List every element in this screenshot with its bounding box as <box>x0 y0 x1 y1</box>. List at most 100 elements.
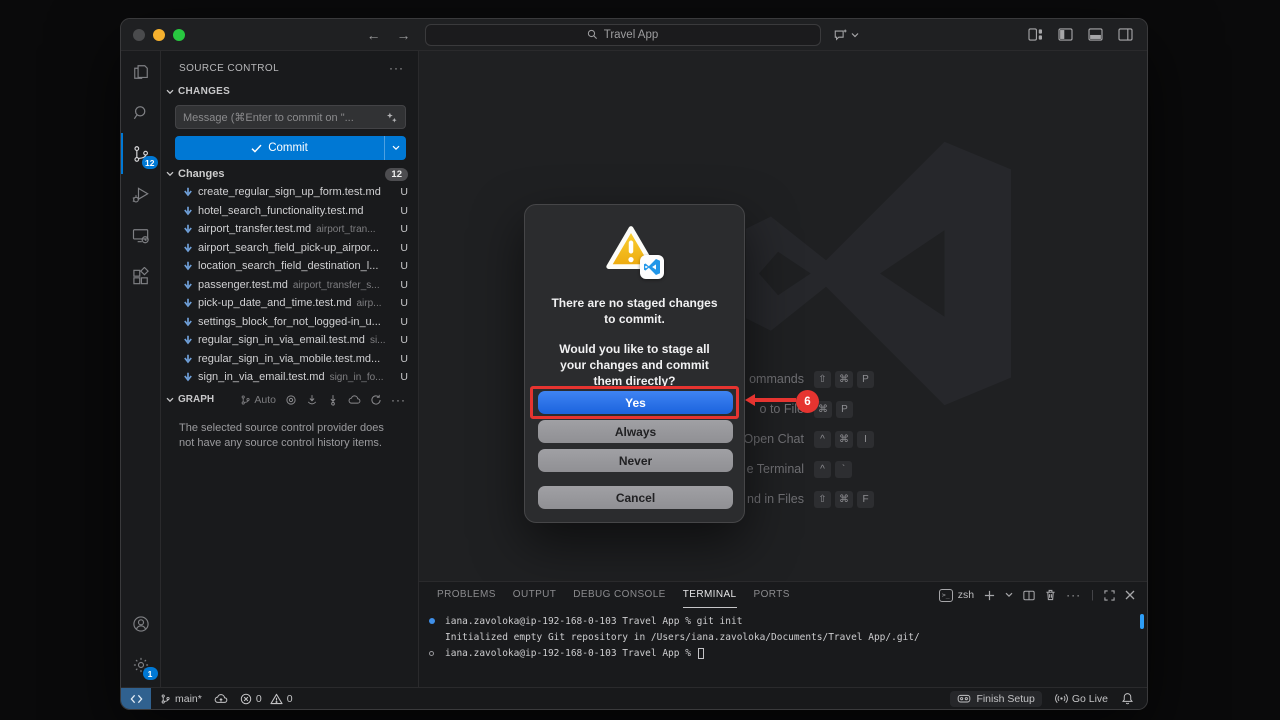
problems-status-item[interactable]: 0 0 <box>240 693 293 705</box>
minimize-window-button[interactable] <box>153 29 165 41</box>
always-button[interactable]: Always <box>538 420 733 443</box>
remote-explorer-icon <box>131 226 151 246</box>
split-terminal-icon[interactable] <box>1023 590 1035 601</box>
markdown-file-icon <box>183 224 193 234</box>
status-bar: main* 0 0 Finish Setup Go Live <box>121 687 1147 709</box>
graph-fetch-icon[interactable] <box>306 394 318 406</box>
key-letter: I <box>857 431 874 448</box>
graph-cloud-icon[interactable] <box>348 394 361 405</box>
annotation-arrow <box>754 398 796 402</box>
key-shift: ⇧ <box>814 371 831 388</box>
commit-button[interactable]: Commit <box>175 136 406 160</box>
git-status-letter: U <box>400 371 408 383</box>
key-letter: P <box>836 401 853 418</box>
terminal-shell-chip[interactable]: >_ zsh <box>939 589 974 602</box>
account-icon <box>131 614 151 634</box>
vscode-watermark-logo <box>746 141 1011 406</box>
file-row[interactable]: create_regular_sign_up_form.test.md U <box>161 183 418 202</box>
cancel-button[interactable]: Cancel <box>538 486 733 509</box>
sidebar-item-extensions[interactable] <box>121 256 161 297</box>
settings-button[interactable]: 1 <box>121 644 161 685</box>
chevron-down-icon <box>166 89 174 95</box>
tab-ports[interactable]: PORTS <box>754 582 790 608</box>
key-letter: P <box>857 371 874 388</box>
close-window-button[interactable] <box>133 29 145 41</box>
sidebar-item-explorer[interactable] <box>121 51 161 92</box>
changes-tree-item[interactable]: Changes 12 <box>161 165 418 183</box>
sparkle-icon[interactable] <box>385 111 398 124</box>
command-center[interactable]: Travel App <box>425 24 821 46</box>
remote-indicator[interactable] <box>121 688 151 709</box>
copilot-chat-button[interactable] <box>833 28 859 42</box>
sidebar-item-run-debug[interactable] <box>121 174 161 215</box>
sidebar-more-icon[interactable]: ··· <box>389 61 404 75</box>
search-view-icon <box>131 103 151 123</box>
file-row[interactable]: regular_sign_in_via_email.test.mdsi... U <box>161 331 418 350</box>
accounts-button[interactable] <box>121 603 161 644</box>
git-status-letter: U <box>400 353 408 365</box>
copilot-chat-icon <box>833 28 848 42</box>
tab-output[interactable]: OUTPUT <box>513 582 557 608</box>
markdown-file-icon <box>183 280 193 290</box>
tab-problems[interactable]: PROBLEMS <box>437 582 496 608</box>
graph-refresh-icon[interactable] <box>370 394 382 406</box>
trash-icon[interactable] <box>1045 589 1056 601</box>
notifications-bell-icon[interactable] <box>1121 692 1134 705</box>
activity-bar: 12 <box>121 51 161 687</box>
toggle-primary-sidebar-icon[interactable] <box>1058 28 1073 41</box>
new-terminal-icon[interactable] <box>984 590 995 601</box>
panel-more-icon[interactable]: ··· <box>1066 588 1081 602</box>
graph-auto-branch-icon[interactable]: Auto <box>240 394 276 406</box>
file-row[interactable]: sign_in_via_email.test.mdsign_in_fo... U <box>161 368 418 387</box>
graph-more-icon[interactable]: ··· <box>391 393 406 407</box>
tab-debug-console[interactable]: DEBUG CONSOLE <box>573 582 665 608</box>
git-status-letter: U <box>400 242 408 254</box>
sidebar-item-source-control[interactable]: 12 <box>121 133 161 174</box>
forward-icon[interactable]: → <box>397 27 411 43</box>
annotation-highlight-rect <box>530 386 739 419</box>
titlebar: ← → Travel App <box>121 19 1147 51</box>
warning-icon <box>604 223 666 277</box>
tab-terminal[interactable]: TERMINAL <box>683 582 737 608</box>
maximize-panel-icon[interactable] <box>1104 590 1115 601</box>
graph-target-icon[interactable] <box>285 394 297 406</box>
customize-layout-icon[interactable] <box>1028 28 1043 41</box>
changes-section-header[interactable]: CHANGES <box>161 77 418 99</box>
error-count: 0 <box>256 693 262 705</box>
file-row[interactable]: pick-up_date_and_time.test.mdairp... U <box>161 294 418 313</box>
git-status-letter: U <box>400 279 408 291</box>
file-row[interactable]: airport_transfer.test.mdairport_tran... … <box>161 220 418 239</box>
graph-empty-message: The selected source control provider doe… <box>161 409 418 451</box>
file-row[interactable]: passenger.test.mdairport_transfer_s... U <box>161 276 418 295</box>
terminal-scrollbar-thumb[interactable] <box>1140 614 1144 629</box>
finish-setup-button[interactable]: Finish Setup <box>950 691 1041 707</box>
panel: PROBLEMS OUTPUT DEBUG CONSOLE TERMINAL P… <box>419 581 1147 687</box>
terminal-prompt-marker <box>429 651 434 656</box>
chevron-down-icon[interactable] <box>1005 592 1013 598</box>
back-icon[interactable]: ← <box>367 27 381 43</box>
key-ctrl: ^ <box>814 431 831 448</box>
close-panel-icon[interactable] <box>1125 590 1135 600</box>
commit-dropdown-button[interactable] <box>384 136 406 160</box>
zoom-window-button[interactable] <box>173 29 185 41</box>
branch-status-item[interactable]: main* <box>160 693 202 705</box>
file-row[interactable]: airport_search_field_pick-up_airpor... U <box>161 239 418 258</box>
file-row[interactable]: settings_block_for_not_logged-in_u... U <box>161 313 418 332</box>
file-row[interactable]: regular_sign_in_via_mobile.test.md... U <box>161 350 418 369</box>
check-icon <box>251 144 262 153</box>
publish-cloud-icon[interactable] <box>214 693 228 704</box>
graph-section-header[interactable]: GRAPH Auto <box>161 387 418 409</box>
file-row[interactable]: location_search_field_destination_l... U <box>161 257 418 276</box>
go-live-button[interactable]: Go Live <box>1055 692 1108 705</box>
warning-count: 0 <box>287 693 293 705</box>
sidebar-item-remote-explorer[interactable] <box>121 215 161 256</box>
toggle-panel-icon[interactable] <box>1088 28 1103 41</box>
never-button[interactable]: Never <box>538 449 733 472</box>
file-row[interactable]: hotel_search_functionality.test.md U <box>161 202 418 221</box>
commit-message-input[interactable]: Message (⌘Enter to commit on "... <box>175 105 406 129</box>
graph-pull-icon[interactable] <box>327 394 339 406</box>
sidebar-item-search[interactable] <box>121 92 161 133</box>
terminal-command-marker <box>429 618 435 624</box>
terminal-output[interactable]: iana.zavoloka@ip-192-168-0-103 Travel Ap… <box>419 608 1147 687</box>
toggle-secondary-sidebar-icon[interactable] <box>1118 28 1133 41</box>
